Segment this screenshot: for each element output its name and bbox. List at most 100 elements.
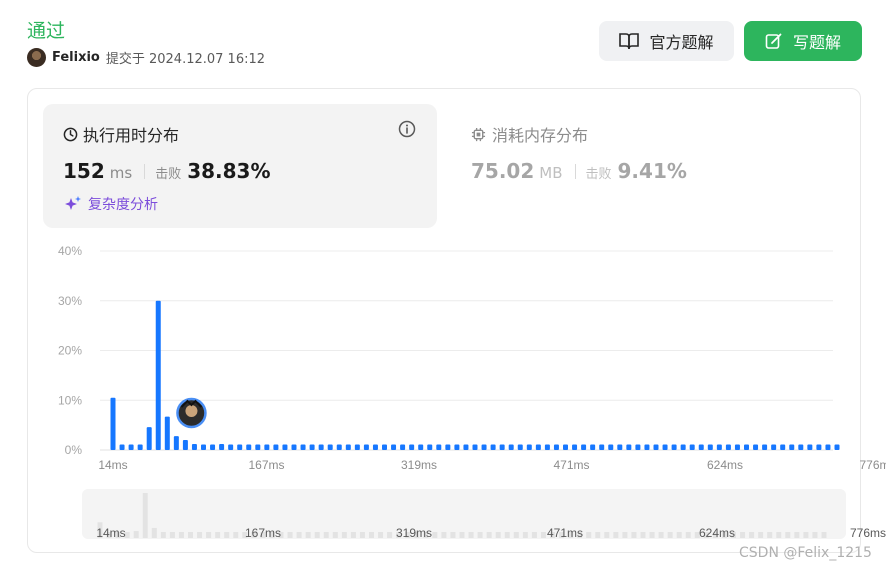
bar[interactable] (481, 444, 487, 450)
bar[interactable] (599, 444, 605, 450)
bar[interactable] (590, 444, 596, 450)
bar[interactable] (771, 444, 777, 450)
bar[interactable] (744, 444, 749, 450)
bar[interactable] (309, 444, 315, 450)
bar[interactable] (581, 444, 587, 450)
bar[interactable] (201, 444, 206, 450)
bar[interactable] (707, 444, 713, 450)
mini-bar (794, 532, 800, 538)
bar[interactable] (563, 444, 568, 450)
bar[interactable] (680, 444, 686, 450)
bar[interactable] (662, 444, 668, 450)
bar[interactable] (454, 444, 460, 450)
bar[interactable] (354, 444, 360, 450)
bar[interactable] (734, 444, 740, 450)
bar[interactable] (409, 444, 415, 450)
bar[interactable] (490, 444, 496, 450)
bar[interactable] (671, 444, 677, 450)
bar[interactable] (372, 444, 378, 450)
bar[interactable] (345, 444, 351, 450)
bar[interactable] (499, 444, 505, 450)
bar[interactable] (436, 444, 442, 450)
bar[interactable] (753, 444, 759, 450)
bar[interactable] (164, 416, 170, 450)
bar[interactable] (644, 444, 650, 450)
bar[interactable] (535, 444, 541, 450)
bar[interactable] (119, 444, 125, 450)
bar[interactable] (798, 444, 804, 450)
bar[interactable] (237, 444, 243, 450)
bar[interactable] (725, 444, 731, 450)
bar[interactable] (825, 444, 831, 450)
runtime-distribution-chart[interactable]: 0% 10% 20% 30% 40% 14ms 167ms 319ms 471ms 624ms 77… (0, 0, 886, 570)
bar[interactable] (110, 397, 116, 450)
bar[interactable] (544, 444, 550, 450)
bar[interactable] (246, 444, 252, 450)
bar[interactable] (445, 444, 451, 450)
bar[interactable] (463, 444, 469, 450)
bar[interactable] (137, 444, 143, 450)
bar[interactable] (789, 444, 795, 450)
mini-bar (477, 532, 483, 538)
bar[interactable] (228, 444, 234, 450)
bar[interactable] (653, 444, 659, 450)
bar[interactable] (382, 444, 387, 450)
mini-bar (740, 532, 746, 538)
bar[interactable] (273, 444, 279, 450)
bar[interactable] (318, 444, 324, 450)
mini-bar (604, 532, 610, 538)
bar[interactable] (716, 444, 722, 450)
x-tick-label: 471ms (553, 458, 589, 472)
mini-bar (776, 532, 782, 538)
bar[interactable] (689, 444, 695, 450)
bar[interactable] (300, 444, 306, 450)
bar[interactable] (418, 444, 424, 450)
bar[interactable] (400, 444, 406, 450)
bar[interactable] (572, 444, 578, 450)
bar[interactable] (291, 444, 297, 450)
bar[interactable] (698, 444, 704, 450)
bar[interactable] (282, 444, 288, 450)
mini-bar (495, 532, 501, 538)
bar[interactable] (255, 444, 261, 450)
mini-bar (531, 532, 537, 538)
y-tick-label: 0% (65, 443, 83, 457)
bar[interactable] (363, 444, 369, 450)
mini-bar (178, 532, 184, 538)
mini-bar (468, 532, 474, 538)
bar[interactable] (807, 444, 813, 450)
bar[interactable] (635, 444, 641, 450)
bar[interactable] (336, 444, 342, 450)
mini-bar (314, 532, 320, 538)
mini-bar (151, 527, 157, 538)
bar[interactable] (210, 444, 216, 450)
bar[interactable] (816, 444, 822, 450)
mini-bar (160, 532, 166, 538)
bar[interactable] (517, 444, 523, 450)
bar[interactable] (780, 444, 786, 450)
bar[interactable] (327, 444, 333, 450)
bar[interactable] (608, 444, 614, 450)
bar[interactable] (626, 444, 632, 450)
mini-bar (323, 532, 329, 538)
bar[interactable] (526, 444, 532, 450)
bar[interactable] (762, 444, 768, 450)
bar[interactable] (472, 444, 478, 450)
bar[interactable] (391, 444, 397, 450)
bar[interactable] (264, 444, 270, 450)
bar[interactable] (155, 300, 161, 450)
bar[interactable] (173, 436, 179, 450)
bar[interactable] (427, 444, 433, 450)
mini-bar (305, 532, 311, 538)
bar[interactable] (219, 444, 225, 450)
bar[interactable] (191, 444, 197, 450)
bar[interactable] (508, 444, 514, 450)
bar[interactable] (146, 427, 152, 450)
mini-bar (169, 532, 175, 538)
bar[interactable] (617, 444, 623, 450)
bar[interactable] (128, 444, 134, 450)
bar[interactable] (553, 444, 559, 450)
bar[interactable] (182, 440, 188, 450)
bar[interactable] (834, 444, 840, 450)
y-tick-label: 10% (58, 393, 82, 407)
